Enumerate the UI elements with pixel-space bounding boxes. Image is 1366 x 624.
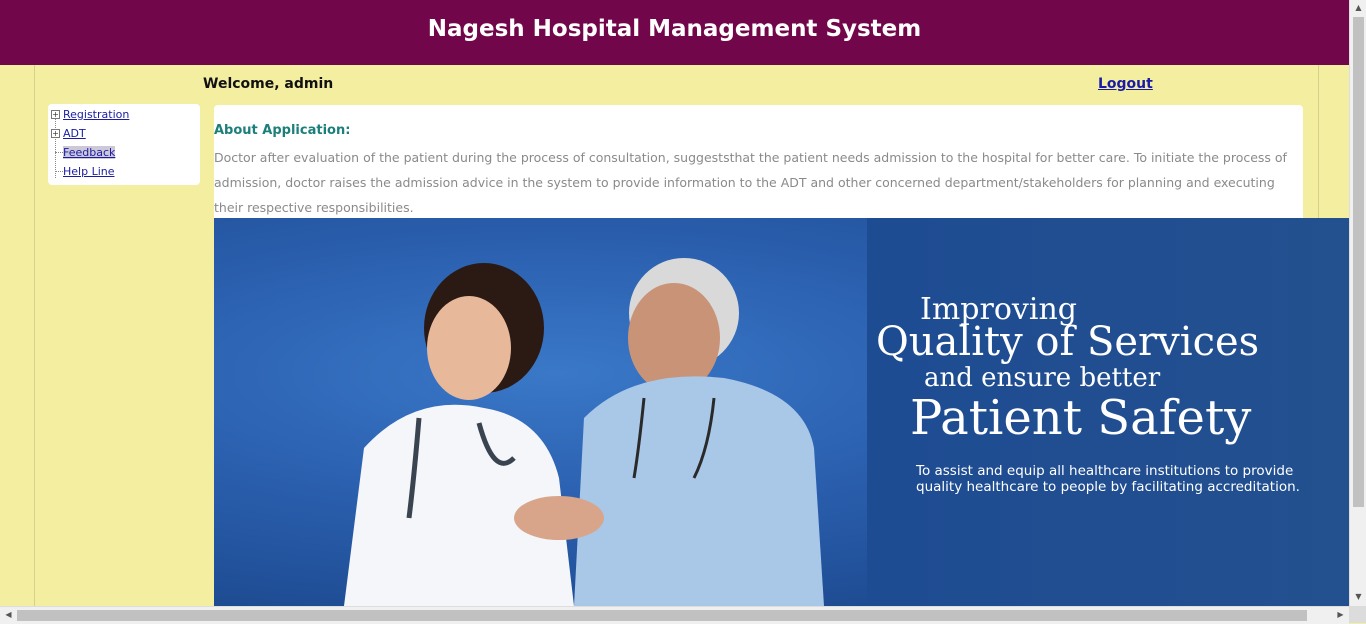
sidebar-menu: + Registration + ADT Feedback Help Line [48,104,200,185]
scroll-up-icon[interactable]: ▲ [1350,3,1366,12]
about-description: Doctor after evaluation of the patient d… [214,150,1287,215]
sidebar-item-feedback[interactable]: Feedback [63,146,116,159]
app-title: Nagesh Hospital Management System [427,16,922,42]
sidebar-item-registration[interactable]: Registration [63,108,129,121]
welcome-text: Welcome, admin [203,76,334,92]
app-header: Nagesh Hospital Management System [0,0,1349,65]
tree-connector [55,171,63,172]
logout-link[interactable]: Logout [1098,76,1153,92]
scroll-left-icon[interactable]: ◀ [0,610,17,619]
horizontal-scroll-thumb[interactable] [17,610,1307,621]
vertical-scrollbar[interactable]: ▲ ▼ [1349,0,1366,606]
tree-connector [55,152,63,153]
tree-line [55,118,56,178]
expand-icon[interactable]: + [51,129,60,138]
sidebar-item-adt[interactable]: ADT [63,127,86,140]
horizontal-scrollbar[interactable]: ◀ ▶ [0,606,1349,624]
banner-subtext: To assist and equip all healthcare insti… [916,463,1300,495]
about-panel: About Application: Doctor after evaluati… [214,105,1303,218]
banner-headline-4: Patient Safety [910,390,1252,446]
scroll-down-icon[interactable]: ▼ [1350,592,1366,601]
banner-headline-3: and ensure better [924,363,1161,393]
banner-headline-2: Quality of Services [876,319,1260,365]
doctor-patient-illustration [344,258,824,606]
scrollbar-corner [1349,606,1366,623]
expand-icon[interactable]: + [51,110,60,119]
about-title: About Application: [214,123,351,138]
hero-banner: Improving Quality of Services and ensure… [214,218,1349,606]
sidebar-item-help-line[interactable]: Help Line [63,165,115,178]
vertical-scroll-thumb[interactable] [1353,17,1364,507]
scroll-right-icon[interactable]: ▶ [1332,610,1349,619]
